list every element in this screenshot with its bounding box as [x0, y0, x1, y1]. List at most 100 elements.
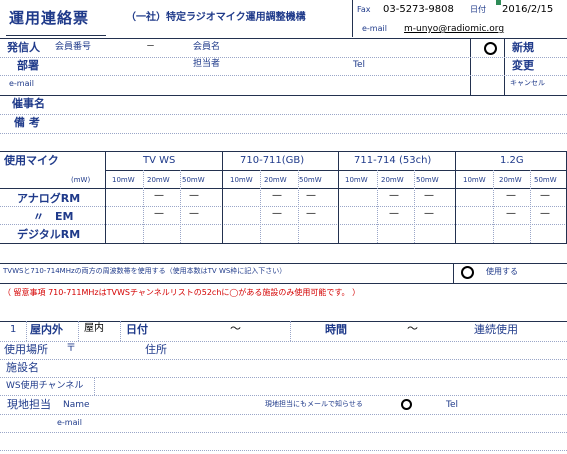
sender-label: 発信人 — [7, 41, 40, 54]
col-line — [120, 321, 121, 341]
warning-note: （ 留意事項 710-711MHzはTVWSチャンネルリストの52chに◯がある… — [3, 288, 361, 297]
contact-person-label: 担当者 — [193, 59, 221, 69]
na-dash: — — [272, 190, 282, 201]
na-dash: — — [189, 190, 199, 201]
tel-label: Tel — [353, 60, 366, 70]
na-dash: — — [424, 190, 434, 201]
band-subheader-rule — [105, 170, 567, 171]
row-rule — [0, 224, 567, 225]
col-line — [78, 321, 79, 341]
member-name-label: 会員名 — [193, 42, 221, 52]
tvws-note-top — [0, 263, 567, 264]
row-rule — [0, 432, 567, 433]
row-rule — [0, 359, 567, 360]
band-header-gb: 710-711(GB) — [240, 155, 305, 166]
row-rule — [0, 395, 567, 396]
entry-number: 1 — [10, 324, 17, 335]
power-20mw: 20mW — [264, 176, 287, 184]
member-number-label: 会員番号 — [55, 42, 92, 52]
usage-place-label: 使用場所 — [4, 343, 48, 356]
time-range-tilde: ～ — [407, 322, 418, 335]
power-unit-label: (mW) — [71, 176, 91, 184]
row-rule — [0, 341, 567, 342]
row-rule — [0, 377, 567, 378]
mic-table-bottom — [0, 243, 567, 244]
power-50mw: 50mW — [182, 176, 205, 184]
row-rule — [0, 114, 567, 115]
date-range-tilde: ～ — [230, 322, 241, 335]
new-selected-circle[interactable] — [484, 42, 497, 55]
facility-name-label: 施設名 — [6, 361, 39, 374]
na-dash: — — [306, 208, 316, 219]
col-line — [298, 170, 299, 243]
row-rule — [0, 206, 567, 207]
title-underline — [6, 35, 106, 36]
use-selected-circle[interactable] — [461, 266, 474, 279]
na-dash: — — [154, 208, 164, 219]
indoor-outdoor-label: 屋内外 — [30, 323, 63, 336]
na-dash: — — [506, 190, 516, 201]
fax-label: Fax — [357, 5, 371, 14]
row-rule — [0, 133, 567, 134]
band-header-53ch: 711-714 (53ch) — [354, 155, 432, 166]
corner-marker — [496, 0, 501, 5]
department-label: 部署 — [17, 59, 39, 72]
power-20mw: 20mW — [381, 176, 404, 184]
member-number-dash: － — [146, 42, 156, 52]
power-10mw: 10mW — [112, 176, 135, 184]
venue-top — [0, 321, 567, 322]
col-line — [414, 170, 415, 243]
applicant-email-label: e-mail — [9, 79, 34, 88]
header-divider — [352, 0, 353, 37]
continuous-use-label: 連続使用 — [474, 323, 518, 336]
venue-date-label: 日付 — [126, 323, 148, 336]
na-dash: — — [189, 208, 199, 219]
notify-onsite-circle[interactable] — [401, 399, 412, 410]
onsite-mail-note: 現地担当にもメールで知らせる — [265, 400, 363, 408]
power-50mw: 50mW — [299, 176, 322, 184]
onsite-tel-label: Tel — [446, 400, 459, 410]
new-label: 新規 — [512, 41, 534, 54]
power-50mw: 50mW — [416, 176, 439, 184]
onsite-name-label: Name — [63, 400, 90, 410]
col-line — [180, 170, 181, 243]
band-header-1-2g: 1.2G — [500, 155, 524, 166]
col-line — [105, 151, 106, 243]
col-line — [455, 151, 456, 243]
power-10mw: 10mW — [463, 176, 486, 184]
fax-number: 03-5273-9808 — [383, 4, 454, 15]
col-line — [260, 170, 261, 243]
mic-table-top — [0, 151, 567, 152]
row-rule — [0, 57, 567, 58]
contact-email-link[interactable]: m-unyo@radiomic.org — [404, 25, 504, 34]
col-line — [290, 321, 291, 341]
row-rule — [0, 450, 567, 451]
applicant-top-rule — [0, 38, 567, 39]
row-rule — [0, 75, 567, 76]
status-column-left — [470, 38, 471, 96]
cancel-label: キャンセル — [510, 79, 545, 87]
address-label: 住所 — [145, 343, 167, 356]
date-label: 日付 — [470, 5, 486, 14]
organization-name: （一社）特定ラジオマイク運用調整機構 — [126, 12, 306, 23]
na-dash: — — [540, 190, 550, 201]
tvws-divider — [453, 263, 454, 283]
col-line — [94, 377, 95, 395]
power-50mw: 50mW — [534, 176, 557, 184]
col-line — [493, 170, 494, 243]
mic-header-label: 使用マイク — [4, 154, 59, 167]
na-dash: — — [540, 208, 550, 219]
use-label: 使用する — [486, 267, 518, 276]
na-dash: — — [389, 208, 399, 219]
row-analog-rm: アナログRM — [17, 192, 81, 205]
row-rule — [0, 414, 567, 415]
ws-channel-label: WS使用チャンネル — [6, 381, 84, 391]
indoor-outdoor-value: 屋内 — [84, 323, 104, 334]
na-dash: — — [506, 208, 516, 219]
col-line — [377, 170, 378, 243]
col-line — [530, 170, 531, 243]
power-10mw: 10mW — [230, 176, 253, 184]
power-20mw: 20mW — [147, 176, 170, 184]
change-label: 変更 — [512, 59, 534, 72]
na-dash: — — [424, 208, 434, 219]
